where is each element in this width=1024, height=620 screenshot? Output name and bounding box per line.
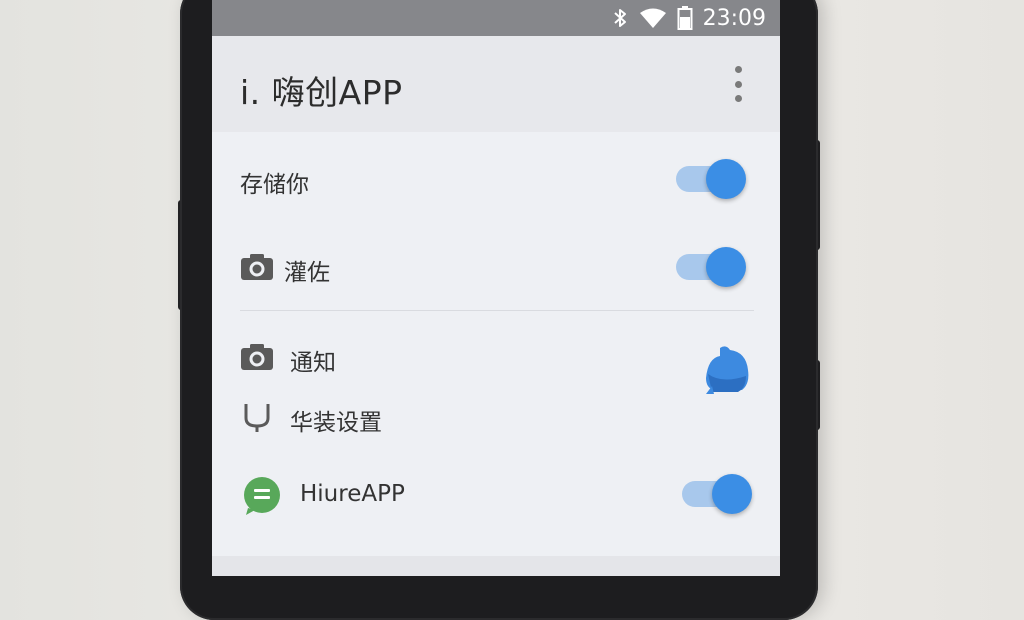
section-divider — [240, 310, 754, 311]
bottom-strip — [212, 556, 780, 576]
toggle-switch[interactable] — [676, 159, 746, 199]
setting-label: 通知 — [290, 350, 336, 376]
headset-icon — [244, 404, 270, 432]
setting-row-app[interactable]: HiureAPP — [212, 466, 780, 526]
setting-label: 华装设置 — [290, 410, 382, 436]
setting-row-storage[interactable]: 存储你 — [212, 150, 780, 210]
bluetooth-icon — [613, 9, 626, 27]
camera-icon — [241, 254, 273, 280]
phone-screen: 23:09 i. 嗨创APP 存储你 灌佐 通知 华装设置 HiureAPP — [212, 0, 780, 576]
setting-label: 存储你 — [240, 172, 309, 198]
toggle-switch[interactable] — [676, 247, 746, 287]
toggle-thumb — [706, 159, 746, 199]
app-bar: i. 嗨创APP — [212, 36, 780, 132]
wifi-icon — [639, 8, 666, 28]
setting-label: HiureAPP — [300, 481, 405, 507]
settings-list: 存储你 灌佐 通知 华装设置 HiureAPP — [212, 132, 780, 556]
camera-icon — [241, 344, 273, 370]
status-icons: 23:09 — [611, 4, 766, 32]
toggle-switch[interactable] — [682, 474, 752, 514]
status-bar: 23:09 — [212, 0, 780, 36]
setting-label: 灌佐 — [284, 260, 330, 286]
app-title: i. 嗨创APP — [240, 73, 403, 112]
setting-row-camera[interactable]: 灌佐 — [212, 238, 780, 298]
toggle-thumb — [706, 247, 746, 287]
battery-icon — [677, 6, 693, 30]
setting-row-notifications[interactable]: 通知 — [212, 328, 780, 388]
setting-row-install[interactable]: 华装设置 — [212, 388, 780, 448]
toggle-thumb — [712, 474, 752, 514]
chat-app-icon — [244, 477, 280, 515]
status-time: 23:09 — [702, 5, 766, 31]
more-vertical-icon[interactable] — [732, 66, 744, 102]
